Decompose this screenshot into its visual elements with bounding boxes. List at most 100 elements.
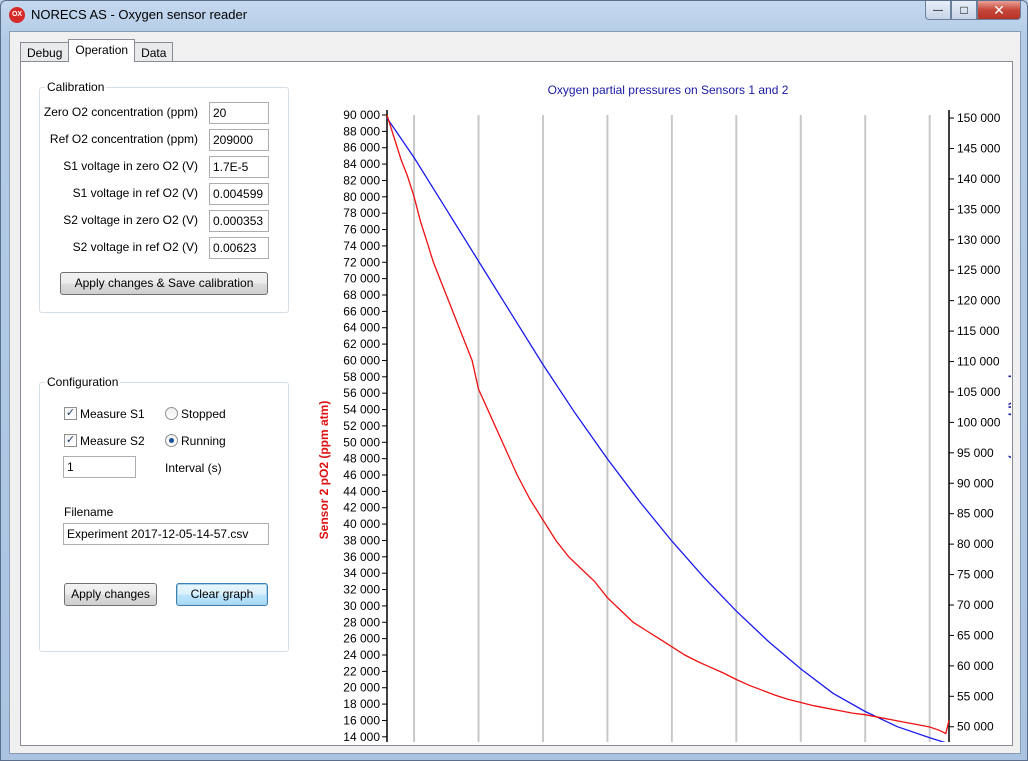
close-button[interactable]: ✕ (977, 1, 1021, 20)
chart-title: Oxygen partial pressures on Sensors 1 an… (548, 83, 789, 97)
left-tick-label: 54 000 (343, 403, 380, 417)
left-tick-label: 28 000 (343, 615, 380, 629)
left-tick-label: 14 000 (343, 730, 380, 742)
left-tick-label: 70 000 (343, 272, 380, 286)
left-tick-label: 68 000 (343, 288, 380, 302)
window-controls: — □ ✕ (925, 1, 1021, 20)
stopped-label: Stopped (181, 407, 226, 421)
apply-save-calibration-button[interactable]: Apply changes & Save calibration (60, 272, 268, 295)
right-tick-label: 130 000 (957, 233, 1001, 247)
window-title: NORECS AS - Oxygen sensor reader (31, 7, 248, 22)
ref-o2-input[interactable] (209, 129, 269, 151)
left-tick-label: 76 000 (343, 223, 380, 237)
right-tick-label: 135 000 (957, 202, 1001, 216)
left-tick-label: 34 000 (343, 566, 380, 580)
left-tick-label: 38 000 (343, 533, 380, 547)
left-tick-label: 78 000 (343, 206, 380, 220)
right-tick-label: 50 000 (957, 720, 994, 734)
s2-ref-input[interactable] (209, 237, 269, 259)
interval-input[interactable] (63, 456, 136, 478)
measure-s2-label: Measure S2 (80, 434, 145, 448)
filename-input[interactable] (63, 523, 269, 545)
tab-strip: Debug Operation Data (20, 39, 174, 62)
right-tick-label: 110 000 (957, 355, 1000, 369)
s2-ref-label: S2 voltage in ref O2 (V) (72, 240, 198, 254)
client-area: Debug Operation Data Calibration Zero O2… (9, 31, 1022, 761)
tab-operation[interactable]: Operation (68, 39, 136, 62)
right-tick-label: 140 000 (957, 172, 1001, 186)
s1-zero-label: S1 voltage in zero O2 (V) (63, 159, 198, 173)
left-tick-label: 26 000 (343, 632, 380, 646)
right-tick-label: 80 000 (957, 537, 994, 551)
measure-s1-checkbox[interactable]: ✓ (64, 407, 77, 420)
left-tick-label: 20 000 (343, 681, 380, 695)
title-bar[interactable]: OX NORECS AS - Oxygen sensor reader — □ … (1, 1, 1027, 31)
s1-ref-input[interactable] (209, 183, 269, 205)
tab-data[interactable]: Data (134, 42, 174, 62)
left-tick-label: 84 000 (343, 157, 380, 171)
right-tick-label: 120 000 (957, 294, 1001, 308)
left-tick-label: 22 000 (343, 664, 380, 678)
right-tick-label: 60 000 (957, 659, 994, 673)
configuration-group: Configuration ✓ Measure S1 Stopped ✓ Mea… (39, 375, 289, 652)
left-tick-label: 18 000 (343, 697, 380, 711)
left-tick-label: 36 000 (343, 550, 380, 564)
left-tick-label: 74 000 (343, 239, 380, 253)
left-tick-label: 86 000 (343, 141, 380, 155)
right-tick-label: 150 000 (957, 111, 1001, 125)
left-tick-label: 72 000 (343, 255, 380, 269)
maximize-button[interactable]: □ (951, 1, 977, 20)
left-axis-label: Sensor 2 pO2 (ppm atm) (317, 401, 331, 540)
ref-o2-label: Ref O2 concentration (ppm) (49, 132, 198, 146)
oxygen-chart: Oxygen partial pressures on Sensors 1 an… (311, 72, 1022, 761)
right-tick-label: 115 000 (957, 324, 1000, 338)
right-tick-label: 90 000 (957, 476, 994, 490)
configuration-title: Configuration (45, 375, 121, 389)
close-icon: ✕ (993, 1, 1005, 18)
maximize-icon: □ (960, 3, 968, 17)
s1-ref-label: S1 voltage in ref O2 (V) (72, 186, 198, 200)
minimize-button[interactable]: — (925, 1, 951, 20)
s1-zero-input[interactable] (209, 156, 269, 178)
zero-o2-label: Zero O2 concentration (ppm) (43, 105, 198, 119)
oxygen-chart-svg: Oxygen partial pressures on Sensors 1 an… (317, 83, 1022, 761)
right-tick-label: 105 000 (957, 385, 1001, 399)
tab-debug[interactable]: Debug (20, 42, 70, 62)
left-tick-label: 88 000 (343, 124, 380, 138)
left-tick-label: 52 000 (343, 419, 380, 433)
measure-s2-checkbox[interactable]: ✓ (64, 434, 77, 447)
left-tick-label: 30 000 (343, 599, 380, 613)
left-tick-label: 62 000 (343, 337, 380, 351)
stopped-radio[interactable] (165, 407, 178, 420)
left-tick-label: 42 000 (343, 501, 380, 515)
zero-o2-input[interactable] (209, 102, 269, 124)
operation-panel: Calibration Zero O2 concentration (ppm) … (20, 61, 1022, 761)
clear-graph-button[interactable]: Clear graph (176, 583, 268, 606)
right-tick-label: 125 000 (957, 263, 1001, 277)
left-tick-label: 50 000 (343, 435, 380, 449)
left-tick-label: 32 000 (343, 583, 380, 597)
left-tick-label: 48 000 (343, 452, 380, 466)
left-tick-label: 16 000 (343, 713, 380, 727)
interval-label: Interval (s) (165, 461, 222, 475)
left-tick-label: 56 000 (343, 386, 380, 400)
left-tick-label: 46 000 (343, 468, 380, 482)
left-tick-label: 82 000 (343, 173, 380, 187)
running-radio[interactable] (165, 434, 178, 447)
left-tick-label: 24 000 (343, 648, 380, 662)
right-tick-label: 75 000 (957, 568, 994, 582)
right-tick-label: 145 000 (957, 141, 1001, 155)
left-tick-label: 60 000 (343, 353, 380, 367)
apply-changes-button[interactable]: Apply changes (64, 583, 157, 606)
left-tick-label: 64 000 (343, 321, 380, 335)
s2-zero-input[interactable] (209, 210, 269, 232)
left-tick-label: 90 000 (343, 108, 380, 122)
minimize-icon: — (933, 4, 943, 16)
filename-label: Filename (64, 505, 114, 519)
left-tick-label: 40 000 (343, 517, 380, 531)
left-tick-label: 66 000 (343, 304, 380, 318)
left-tick-label: 58 000 (343, 370, 380, 384)
right-tick-label: 85 000 (957, 507, 994, 521)
right-tick-label: 100 000 (957, 415, 1001, 429)
running-label: Running (181, 434, 226, 448)
